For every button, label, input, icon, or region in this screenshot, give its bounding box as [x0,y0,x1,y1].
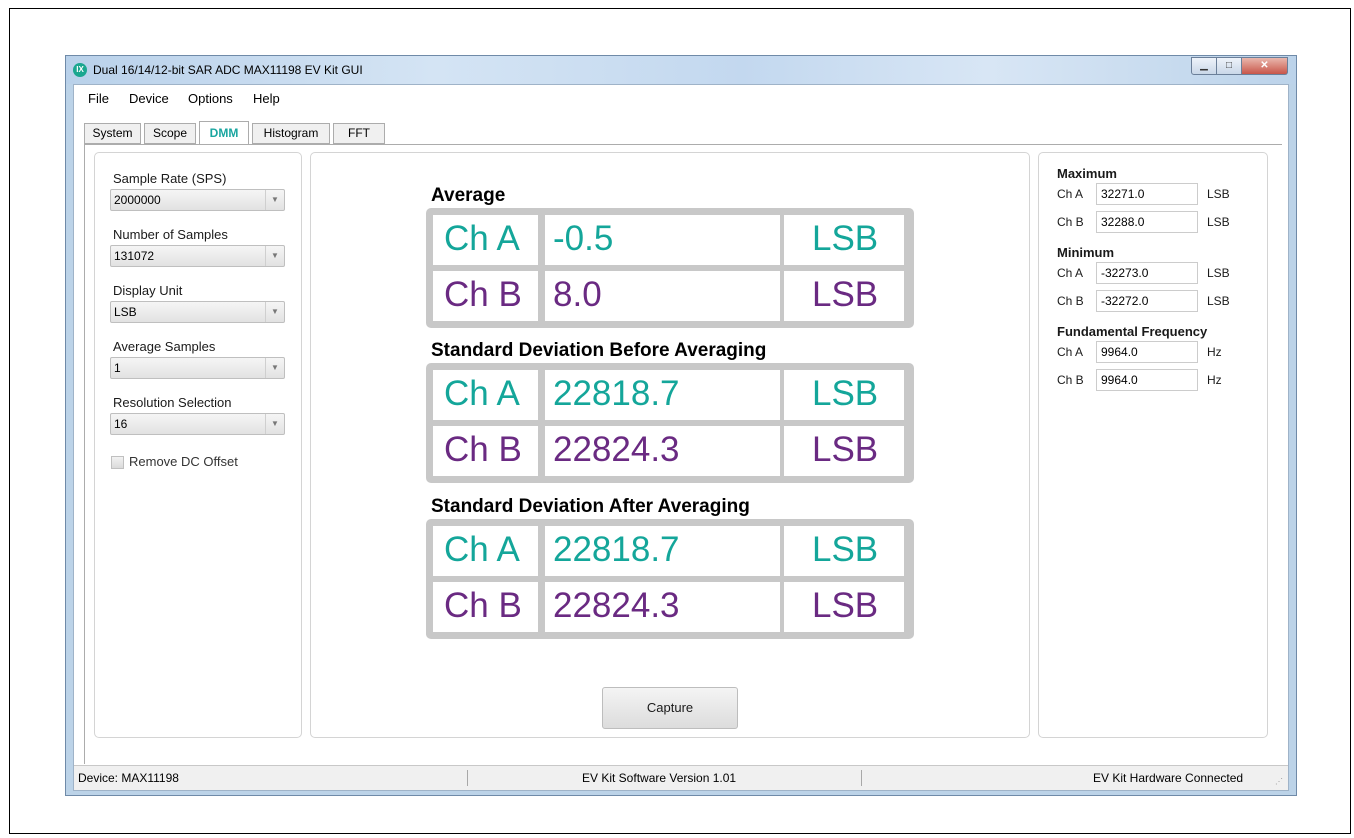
resize-grip-icon[interactable]: ⋰ [1275,777,1285,787]
window-controls: ▁ □ ✕ [1191,57,1288,75]
fundamental-ch-b-label: Ch B [1057,373,1084,387]
remove-dc-offset-label: Remove DC Offset [129,454,238,469]
maxim-logo-icon: IX [73,63,87,77]
minimum-header: Minimum [1057,245,1115,260]
stddev-after-title: Standard Deviation After Averaging [431,496,750,517]
window-title: Dual 16/14/12-bit SAR ADC MAX11198 EV Ki… [93,63,363,77]
menu-help[interactable]: Help [253,91,280,106]
chevron-down-icon: ▼ [265,302,284,322]
average-samples-value: 1 [114,361,121,375]
status-separator [861,770,862,786]
fundamental-ch-a-field[interactable]: 9964.0 [1096,341,1198,363]
stddev-before-box: Ch A 22818.7 LSB Ch B 22824.3 LSB [426,363,914,483]
tab-histogram[interactable]: Histogram [252,123,330,144]
maximize-button[interactable]: □ [1217,57,1242,75]
fundamental-header: Fundamental Frequency [1057,324,1208,339]
title-bar[interactable]: IX Dual 16/14/12-bit SAR ADC MAX11198 EV… [66,56,1296,84]
average-title: Average [431,185,506,206]
sample-rate-dropdown[interactable]: 2000000 ▼ [110,189,285,211]
maximum-ch-a-unit: LSB [1207,187,1230,201]
chevron-down-icon: ▼ [265,414,284,434]
num-samples-dropdown[interactable]: 131072 ▼ [110,245,285,267]
resolution-label: Resolution Selection [113,395,232,410]
stddev-after-ch-a-unit: LSB [784,526,904,576]
average-ch-b-label: Ch B [433,271,538,321]
stddev-before-ch-b-label: Ch B [433,426,538,476]
tab-scope[interactable]: Scope [144,123,196,144]
average-ch-a-value: -0.5 [545,215,780,265]
status-bar: Device: MAX11198 EV Kit Software Version… [74,765,1288,790]
menu-file[interactable]: File [88,91,109,106]
stddev-after-ch-b-value: 22824.3 [545,582,780,632]
minimize-button[interactable]: ▁ [1191,57,1217,75]
tab-dmm[interactable]: DMM [199,121,249,145]
minimum-ch-b-label: Ch B [1057,294,1084,308]
fundamental-ch-b-unit: Hz [1207,373,1222,387]
num-samples-label: Number of Samples [113,227,228,242]
maximum-ch-a-field[interactable]: 32271.0 [1096,183,1198,205]
resolution-dropdown[interactable]: 16 ▼ [110,413,285,435]
fundamental-ch-a-label: Ch A [1057,345,1084,359]
maximum-ch-b-label: Ch B [1057,215,1084,229]
average-ch-b-unit: LSB [784,271,904,321]
menu-device[interactable]: Device [129,91,169,106]
fundamental-ch-b-field[interactable]: 9964.0 [1096,369,1198,391]
capture-button[interactable]: Capture [602,687,738,729]
status-device: Device: MAX11198 [78,771,179,785]
status-separator [467,770,468,786]
stddev-after-ch-a-label: Ch A [433,526,538,576]
tab-system[interactable]: System [84,123,141,144]
chevron-down-icon: ▼ [265,246,284,266]
stddev-after-ch-b-label: Ch B [433,582,538,632]
stddev-before-ch-a-unit: LSB [784,370,904,420]
maximum-header: Maximum [1057,166,1117,181]
menu-bar: File Device Options Help [74,85,1288,111]
chevron-down-icon: ▼ [265,358,284,378]
chevron-down-icon: ▼ [265,190,284,210]
minimum-ch-a-field[interactable]: -32273.0 [1096,262,1198,284]
average-box: Ch A -0.5 LSB Ch B 8.0 LSB [426,208,914,328]
stddev-before-title: Standard Deviation Before Averaging [431,340,767,361]
stddev-after-ch-b-unit: LSB [784,582,904,632]
status-version: EV Kit Software Version 1.01 [582,771,737,785]
stddev-after-box: Ch A 22818.7 LSB Ch B 22824.3 LSB [426,519,914,639]
maximum-ch-a-label: Ch A [1057,187,1084,201]
remove-dc-offset-checkbox[interactable] [111,456,124,469]
average-samples-dropdown[interactable]: 1 ▼ [110,357,285,379]
resolution-value: 16 [114,417,128,431]
average-ch-b-value: 8.0 [545,271,780,321]
display-unit-label: Display Unit [113,283,183,298]
menu-options[interactable]: Options [188,91,233,106]
stddev-before-ch-a-label: Ch A [433,370,538,420]
display-unit-dropdown[interactable]: LSB ▼ [110,301,285,323]
average-ch-a-label: Ch A [433,215,538,265]
fundamental-ch-a-unit: Hz [1207,345,1222,359]
sample-rate-label: Sample Rate (SPS) [113,171,227,186]
average-ch-a-unit: LSB [784,215,904,265]
minimum-ch-b-field[interactable]: -32272.0 [1096,290,1198,312]
average-samples-label: Average Samples [113,339,216,354]
stddev-after-ch-a-value: 22818.7 [545,526,780,576]
stddev-before-ch-a-value: 22818.7 [545,370,780,420]
sample-rate-value: 2000000 [114,193,161,207]
stddev-before-ch-b-unit: LSB [784,426,904,476]
close-button[interactable]: ✕ [1242,57,1288,75]
num-samples-value: 131072 [114,249,155,263]
status-hardware: EV Kit Hardware Connected [1093,771,1244,785]
display-unit-value: LSB [114,305,137,319]
stddev-before-ch-b-value: 22824.3 [545,426,780,476]
maximum-ch-b-field[interactable]: 32288.0 [1096,211,1198,233]
summary-panel [1038,152,1268,738]
minimum-ch-a-label: Ch A [1057,266,1084,280]
minimum-ch-a-unit: LSB [1207,266,1230,280]
tab-fft[interactable]: FFT [333,123,385,144]
minimum-ch-b-unit: LSB [1207,294,1230,308]
maximum-ch-b-unit: LSB [1207,215,1230,229]
